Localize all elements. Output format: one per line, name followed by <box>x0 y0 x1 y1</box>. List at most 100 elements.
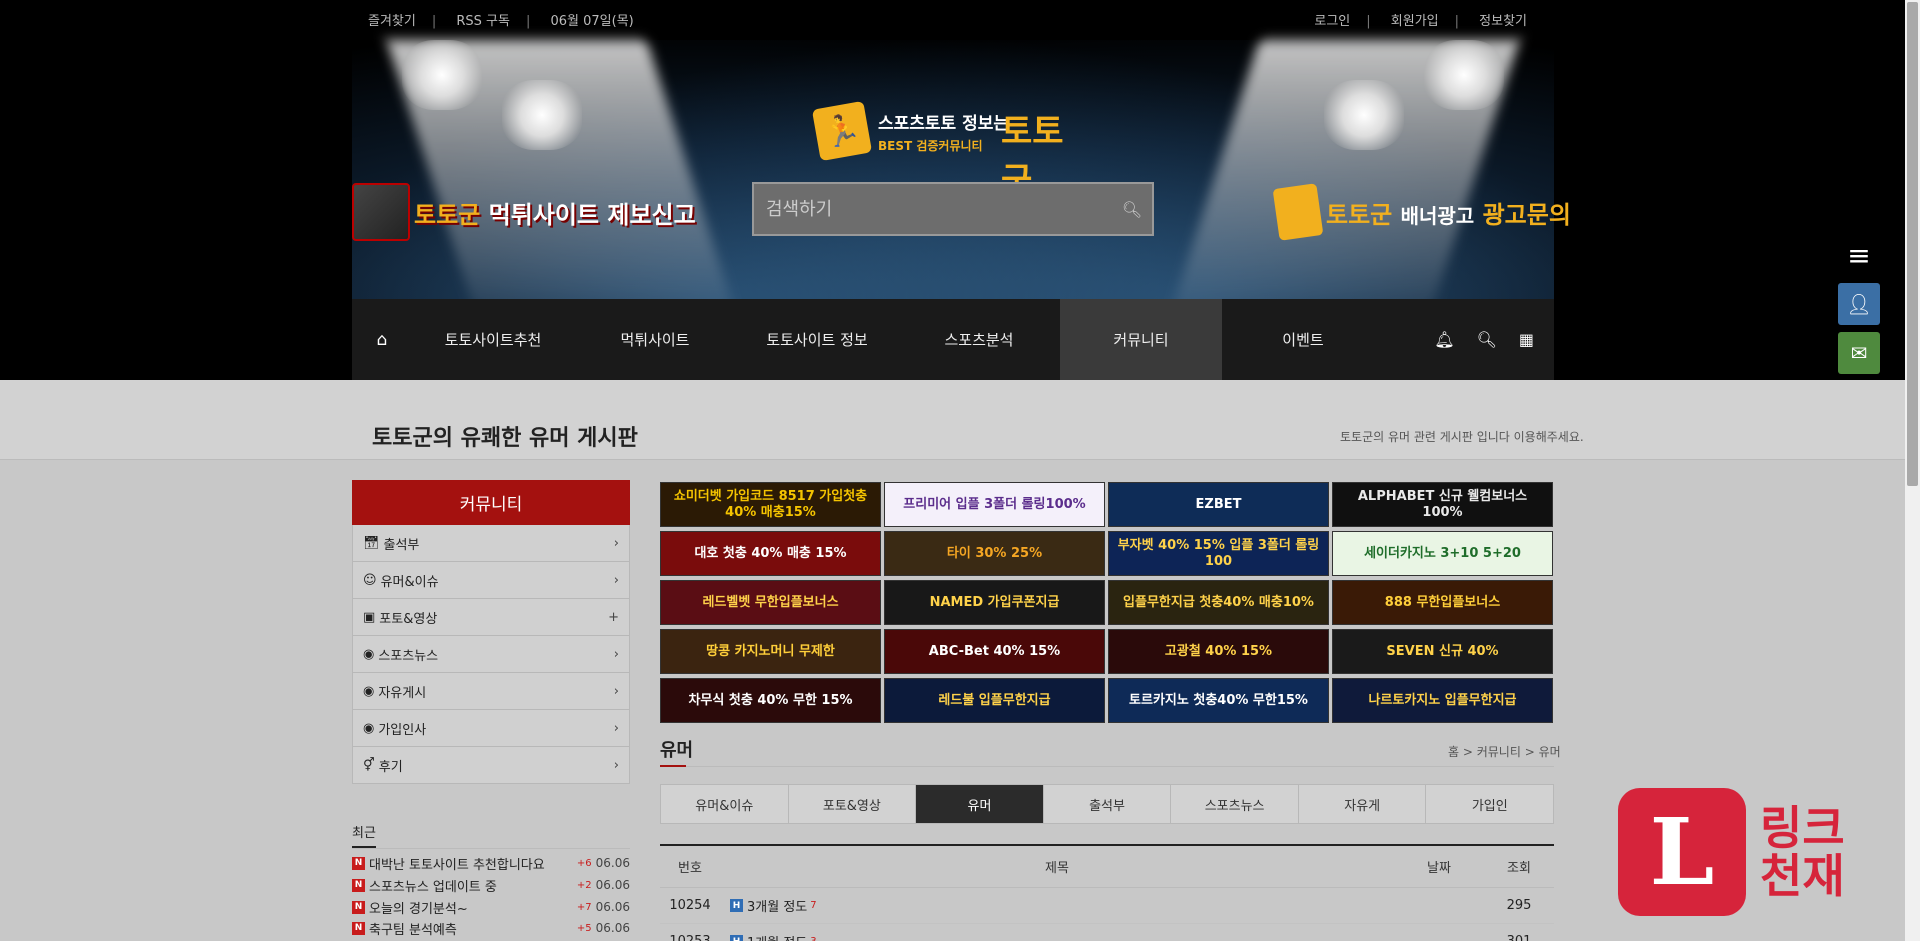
ad-banner[interactable]: 레드벨벳 무한입플보너스 <box>660 580 881 625</box>
watermark-text-2: 천재 <box>1760 849 1845 903</box>
sidebar-item-greetings[interactable]: ◉ 가입인사 › <box>352 710 630 747</box>
ad-banner[interactable]: 고광철 40% 15% <box>1108 629 1329 674</box>
nav-item-toto-recommend[interactable]: 토토사이트추천 <box>412 299 574 380</box>
ad-banner[interactable]: 부자벳 40% 15% 입플 3폴더 롤링100 <box>1108 531 1329 576</box>
post-title[interactable]: 1개월 정도 <box>747 932 807 941</box>
column-header-number[interactable]: 번호 <box>660 857 720 876</box>
sidebar-item-attendance[interactable]: 📅︎ 출석부 › <box>352 525 630 562</box>
current-date: 06월 07일(목) <box>550 14 634 29</box>
sidebar-item-label: 포토&영상 <box>379 611 438 627</box>
search-input[interactable] <box>754 184 1112 234</box>
chevron-right-icon: › <box>613 646 619 662</box>
camera-icon: ◉ <box>363 683 375 699</box>
ad-banner[interactable]: ABC-Bet 40% 15% <box>884 629 1105 674</box>
table-row[interactable]: 10254 H 3개월 정도 7 295 <box>660 888 1554 924</box>
login-link[interactable]: 로그인 <box>1314 14 1350 29</box>
sidebar-item-photo-video[interactable]: ▣ 포토&영상 + <box>352 599 630 636</box>
runner-logo-icon: 🏃 <box>811 100 873 162</box>
comment-count: 3 <box>810 936 816 941</box>
ad-banner[interactable]: ALPHABET 신규 웰컴보너스 100% <box>1332 482 1553 527</box>
smile-icon: ☺ <box>363 572 377 588</box>
ad-banner[interactable]: 타이 30% 25% <box>884 531 1105 576</box>
ad-banner[interactable]: 나르토카지노 입플무한지급 <box>1332 678 1553 723</box>
post-title[interactable]: 3개월 정도 <box>747 896 807 915</box>
search-icon[interactable]: 🔍︎ <box>1112 200 1152 219</box>
board-tabs: 유머&이슈 포토&영상 유머 출석부 스포츠뉴스 자유게 가입인 <box>660 784 1554 824</box>
recent-post-item[interactable]: N 스포츠뉴스 업데이트 중 +2 06.06 <box>352 875 630 895</box>
title-underline <box>660 765 686 767</box>
camera-icon: ◉ <box>363 720 375 736</box>
ad-banner[interactable]: 세이더카지노 3+10 5+20 <box>1332 531 1553 576</box>
scrollbar-thumb[interactable] <box>1907 2 1918 486</box>
sidebar-item-label: 유머&이슈 <box>380 574 439 590</box>
ad-banner-text2: 광고문의 <box>1482 200 1571 229</box>
ad-inquiry-banner[interactable]: 토토군 배너광고 광고문의 <box>1272 183 1571 241</box>
search-icon[interactable]: 🔍︎ <box>1477 330 1497 349</box>
tab-humor[interactable]: 유머 <box>916 785 1044 823</box>
breadcrumb[interactable]: 홈 > 커뮤니티 > 유머 <box>1448 743 1561 760</box>
ad-banner[interactable]: 차무식 첫충 40% 무한 15% <box>660 678 881 723</box>
sidebar-item-sports-news[interactable]: ◉ 스포츠뉴스 › <box>352 636 630 673</box>
ad-banner[interactable]: 레드불 입플무한지급 <box>884 678 1105 723</box>
user-icon[interactable]: 👤︎ <box>1838 283 1880 325</box>
ad-banner[interactable]: 888 무한입플보너스 <box>1332 580 1553 625</box>
recent-post-item[interactable]: N 오늘의 경기분석~ +7 06.06 <box>352 897 630 917</box>
bookmark-link[interactable]: 즐겨찾기 <box>368 14 416 29</box>
hero-background <box>352 40 1554 320</box>
site-header: 즐겨찾기 | RSS 구독 | 06월 07일(목) 로그인 | 회원가입 | 정보찾기… <box>0 0 1920 380</box>
table-header: 번호 제목 날짜 조회 <box>660 846 1554 888</box>
divider <box>352 848 630 849</box>
camera-icon: ◉ <box>363 646 375 662</box>
stadium-lamp-icon <box>402 40 482 110</box>
tab-greetings[interactable]: 가입인 <box>1426 785 1554 823</box>
nav-item-toto-info[interactable]: 토토사이트 정보 <box>736 299 898 380</box>
hot-badge-icon: H <box>730 899 743 912</box>
ad-banner[interactable]: 프리미어 입플 3폴더 롤링100% <box>884 482 1105 527</box>
mail-icon[interactable]: ✉ <box>1838 332 1880 374</box>
ad-banner[interactable]: 대호 첫충 40% 매충 15% <box>660 531 881 576</box>
ad-banner[interactable]: 쇼미더벳 가입코드 8517 가입첫충 40% 매충15% <box>660 482 881 527</box>
nav-item-scam-sites[interactable]: 먹튀사이트 <box>574 299 736 380</box>
bell-icon[interactable]: 🔔︎ <box>1434 330 1454 349</box>
watermark-letter: L <box>1618 788 1746 916</box>
tab-photo-video[interactable]: 포토&영상 <box>788 785 917 823</box>
sidebar-item-humor-issue[interactable]: ☺ 유머&이슈 › <box>352 562 630 599</box>
sidebar-item-reviews[interactable]: ⚥ 후기 › <box>352 747 630 784</box>
tab-free-board[interactable]: 자유게 <box>1298 785 1427 823</box>
rss-link[interactable]: RSS 구독 <box>456 14 510 29</box>
tab-sports-news[interactable]: 스포츠뉴스 <box>1171 785 1299 823</box>
recent-post-item[interactable]: N 대박난 토토사이트 추천합니다요 +6 06.06 <box>352 853 630 873</box>
ad-banner[interactable]: 땅콩 카지노머니 무제한 <box>660 629 881 674</box>
page-description: 토토군의 유머 관련 게시판 입니다 이용해주세요. <box>1340 430 1584 444</box>
column-header-title[interactable]: 제목 <box>720 857 1394 876</box>
hamburger-menu-icon[interactable]: ≡ <box>1838 239 1880 272</box>
sidebar-item-free-board[interactable]: ◉ 자유게시 › <box>352 673 630 710</box>
sidebar-item-label: 자유게시 <box>378 685 427 701</box>
ad-banner[interactable]: EZBET <box>1108 482 1329 527</box>
home-icon[interactable]: ⌂ <box>352 330 412 350</box>
ad-banner[interactable]: NAMED 가입쿠폰지급 <box>884 580 1105 625</box>
topbar-left: 즐겨찾기 | RSS 구독 | 06월 07일(목) <box>368 14 634 29</box>
ad-banner[interactable]: SEVEN 신규 40% <box>1332 629 1553 674</box>
nav-item-events[interactable]: 이벤트 <box>1222 299 1384 380</box>
column-header-date[interactable]: 날짜 <box>1394 857 1484 876</box>
gender-icon: ⚥ <box>363 757 375 773</box>
register-link[interactable]: 회원가입 <box>1391 14 1439 29</box>
find-account-link[interactable]: 정보찾기 <box>1479 14 1527 29</box>
recent-post-item[interactable]: N 축구팀 분석예측 +5 06.06 <box>352 918 630 938</box>
nav-tools: 🔔︎ 🔍︎ ▦ <box>1434 330 1554 349</box>
table-row[interactable]: 10253 H 1개월 정도 3 301 <box>660 924 1554 941</box>
site-logo[interactable]: 🏃 스포츠토토 정보는 BEST 검증커뮤니티 토토군 <box>811 100 1086 201</box>
ad-banner[interactable]: 입플무한지급 첫충40% 매충10% <box>1108 580 1329 625</box>
grid-icon[interactable]: ▦ <box>1519 330 1534 349</box>
nav-item-sports-analysis[interactable]: 스포츠분석 <box>898 299 1060 380</box>
ad-banner[interactable]: 토르카지노 첫충40% 무한15% <box>1108 678 1329 723</box>
tab-humor-issue[interactable]: 유머&이슈 <box>661 785 789 823</box>
new-badge-icon: N <box>352 878 365 892</box>
column-header-views[interactable]: 조회 <box>1484 857 1554 876</box>
title-strip <box>0 380 1920 460</box>
report-banner[interactable]: 토토군 먹튀사이트 제보신고 <box>352 183 696 241</box>
tab-attendance[interactable]: 출석부 <box>1043 785 1172 823</box>
nav-item-community[interactable]: 커뮤니티 <box>1060 299 1222 380</box>
board-title: 유머 <box>660 740 694 761</box>
